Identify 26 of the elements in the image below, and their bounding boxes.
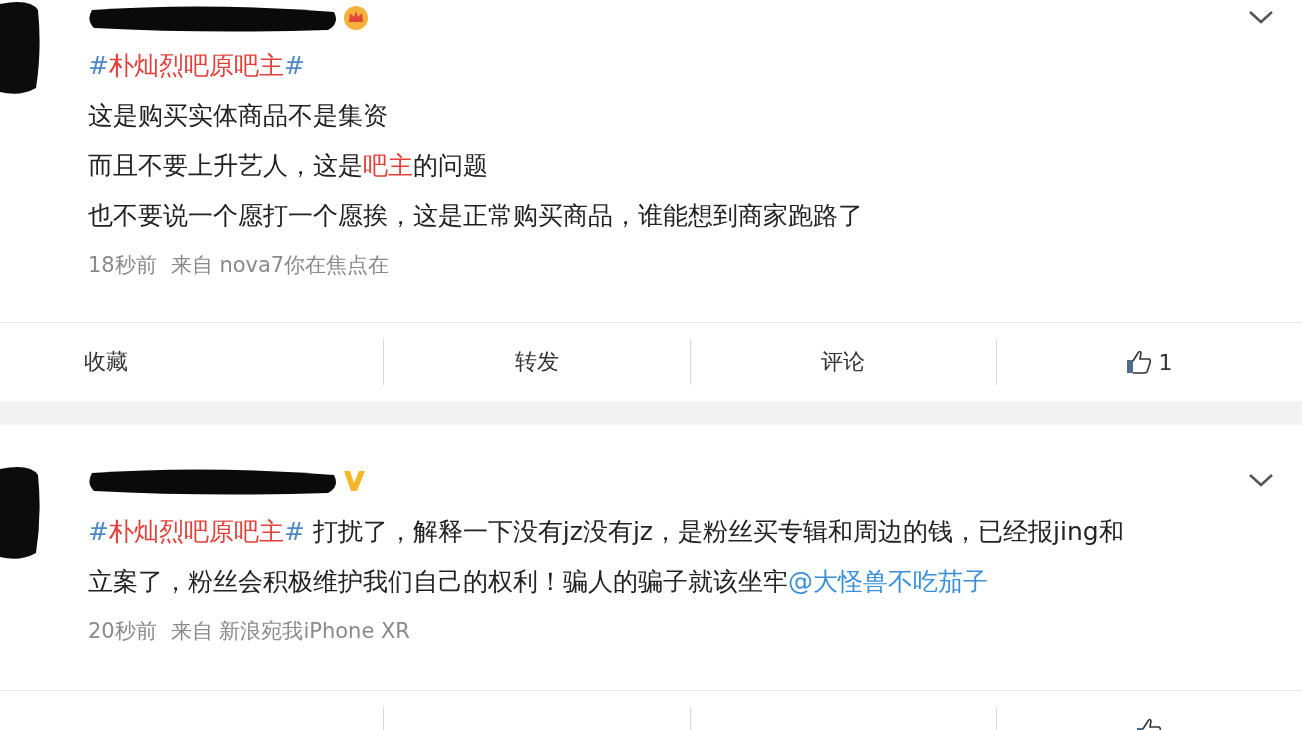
post-source: 来自 nova7你在焦点在 [170,252,390,279]
topic-link[interactable]: 吧主 [363,151,413,180]
like-button[interactable]: 1 [1120,345,1179,379]
hashtag-mark[interactable]: # [283,51,305,80]
post-text: 的问题 [413,151,488,180]
topic-link[interactable]: 朴灿烈吧原吧主 [108,517,284,546]
action-button[interactable]: 评论 [815,343,872,381]
post-text: 打扰了，解释一下没有jz没有jz，是粉丝买专辑和周边的钱，已经报jing和 [311,517,1124,546]
action-button[interactable]: 收藏 [78,343,134,381]
hashtag-mark[interactable]: # [283,517,305,546]
post-text: 而且不要上升艺人，这是 [88,151,363,180]
chevron-down-icon[interactable] [1248,473,1274,487]
crown-icon [342,3,370,31]
post-time: 20秒前 [88,618,157,645]
action-button[interactable]: 转发 [508,343,565,381]
mention-link[interactable]: @大怪兽不吃茄子 [788,567,988,596]
chevron-down-icon[interactable] [1248,10,1274,24]
post-source: 来自 新浪宛我iPhone XR [170,618,410,645]
topic-link[interactable]: 朴灿烈吧原吧主 [108,51,284,80]
hashtag-mark[interactable]: # [88,51,109,80]
post-time: 18秒前 [88,252,157,279]
post-text: 立案了，粉丝会积极维护我们自己的权利！骗人的骗子就该坐牢 [88,567,788,596]
hashtag-mark[interactable]: # [88,517,109,546]
post-text: 这是购买实体商品不是集资 [88,101,388,130]
thumbs-up-icon [1126,349,1153,375]
post-text: 也不要说一个愿打一个愿挨，这是正常购买商品，谁能想到商家跑路了 [88,201,863,230]
